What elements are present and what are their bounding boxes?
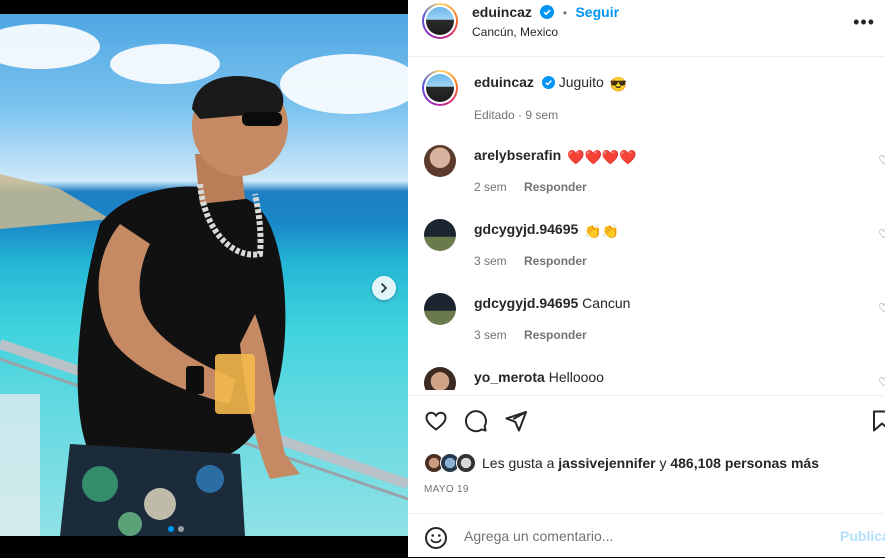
liker-avatars bbox=[424, 453, 476, 473]
comment-text: Cancun bbox=[582, 295, 631, 311]
bookmark-icon[interactable] bbox=[870, 409, 885, 433]
verified-badge-icon bbox=[541, 76, 555, 89]
reply-button[interactable]: Responder bbox=[524, 254, 587, 268]
post-location[interactable]: Cancún, Mexico bbox=[472, 25, 558, 39]
smiley-icon[interactable] bbox=[424, 526, 448, 550]
comment-avatar[interactable] bbox=[424, 367, 456, 390]
more-options-icon[interactable]: ••• bbox=[853, 12, 875, 33]
comment-username[interactable]: arelybserafin bbox=[474, 147, 561, 163]
caption-username[interactable]: eduincaz bbox=[474, 74, 534, 90]
next-image-button[interactable] bbox=[372, 276, 396, 300]
comment-composer: Agrega un comentario... Publica bbox=[408, 513, 885, 558]
follow-button[interactable]: Seguir bbox=[575, 4, 619, 20]
send-icon[interactable] bbox=[504, 409, 528, 433]
author-username[interactable]: eduincaz bbox=[472, 4, 532, 20]
comment-time: 3 sem bbox=[474, 254, 507, 268]
likes-conjunction: y bbox=[659, 455, 667, 471]
chevron-right-icon bbox=[381, 283, 388, 293]
post-actions bbox=[408, 395, 885, 446]
reply-button[interactable]: Responder bbox=[524, 328, 587, 342]
reply-button[interactable]: Responder bbox=[524, 180, 587, 194]
comment-time: 2 sem bbox=[474, 180, 507, 194]
comment-input[interactable]: Agrega un comentario... bbox=[464, 528, 613, 544]
comment-username[interactable]: gdcygyjd.94695 bbox=[474, 295, 578, 311]
comment-avatar[interactable] bbox=[424, 219, 456, 251]
comments-list[interactable]: eduincaz Juguito 😎 Editado · 9 sem arely… bbox=[408, 57, 885, 390]
likes-count[interactable]: 486,108 personas más bbox=[670, 455, 819, 471]
caption-text: Juguito bbox=[558, 74, 604, 90]
comment-time: 3 sem bbox=[474, 328, 507, 342]
comment-avatar[interactable] bbox=[424, 145, 456, 177]
post-date[interactable]: MAYO 19 bbox=[424, 484, 469, 495]
caption-time: 9 sem bbox=[525, 108, 559, 122]
liker-avatar bbox=[456, 453, 476, 473]
hearts-emoji: ❤️❤️❤️❤️ bbox=[567, 149, 637, 165]
comment-username[interactable]: gdcygyjd.94695 bbox=[474, 221, 578, 237]
carousel-dot bbox=[168, 526, 174, 532]
comment-like-icon[interactable]: ♡ bbox=[878, 375, 885, 389]
comment-like-icon[interactable]: ♡ bbox=[878, 227, 885, 241]
photo-scene bbox=[0, 76, 408, 536]
post-media bbox=[0, 0, 408, 557]
post-details-panel: eduincaz • Seguir Cancún, Mexico ••• edu… bbox=[408, 0, 885, 557]
clapping-emoji: 👏👏 bbox=[584, 223, 620, 239]
comment-icon[interactable] bbox=[464, 409, 488, 433]
author-avatar[interactable] bbox=[422, 3, 458, 39]
comment-like-icon[interactable]: ♡ bbox=[878, 301, 885, 315]
comment-like-icon[interactable]: ♡ bbox=[878, 153, 885, 167]
carousel-indicators bbox=[168, 526, 184, 532]
liker-username[interactable]: jassivejennifer bbox=[558, 455, 655, 471]
heart-icon[interactable] bbox=[424, 409, 448, 433]
publish-button[interactable]: Publica bbox=[840, 528, 885, 544]
post-photo[interactable] bbox=[0, 14, 408, 536]
post-header: eduincaz • Seguir Cancún, Mexico ••• bbox=[408, 0, 885, 57]
caption-author-avatar[interactable] bbox=[422, 70, 458, 106]
likes-prefix: Les gusta a bbox=[482, 455, 555, 471]
verified-badge-icon bbox=[540, 5, 555, 19]
likes-summary: Les gusta a jassivejennifer y 486,108 pe… bbox=[424, 453, 819, 473]
separator: • bbox=[562, 6, 568, 20]
comment-username[interactable]: yo_merota bbox=[474, 369, 545, 385]
caption-edited: Editado bbox=[474, 108, 515, 122]
carousel-dot bbox=[178, 526, 184, 532]
sunglasses-emoji: 😎 bbox=[609, 76, 628, 92]
comment-avatar[interactable] bbox=[424, 293, 456, 325]
comment-text: Helloooo bbox=[548, 369, 604, 385]
